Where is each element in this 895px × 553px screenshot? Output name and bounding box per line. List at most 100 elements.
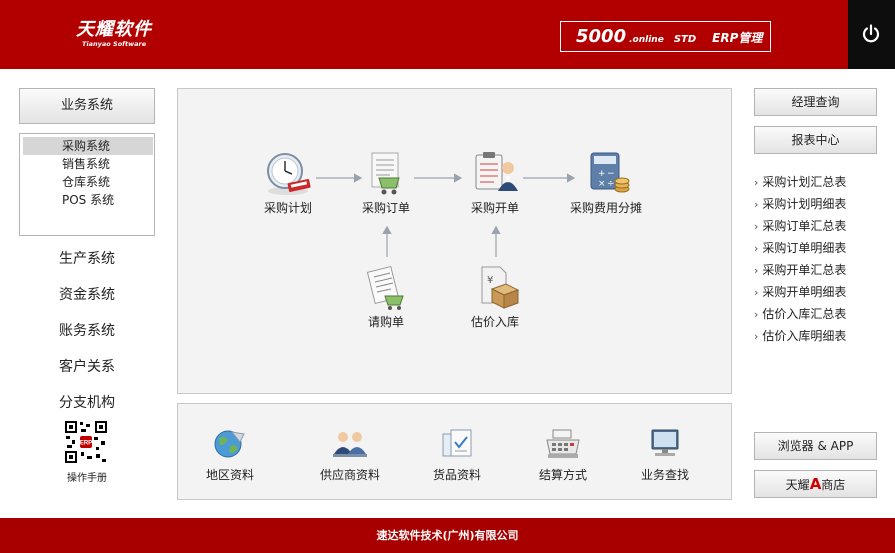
cart-order-icon <box>371 152 400 195</box>
logo: 天耀软件 Tianyao Software <box>76 19 152 49</box>
base-settlement-method[interactable]: 结算方式 <box>513 426 613 483</box>
base-search-label: 业务查找 <box>640 468 689 482</box>
base-region-data[interactable]: 地区资料 <box>180 426 280 483</box>
base-settlement-label: 结算方式 <box>538 468 587 482</box>
report-link[interactable]: › 采购开单汇总表 <box>754 259 884 281</box>
subsystem-sales[interactable]: 销售系统 <box>23 155 153 173</box>
menu-production[interactable]: 生产系统 <box>19 248 155 268</box>
svg-text:ERP: ERP <box>80 441 92 447</box>
product-banner: 5000 .online STD ERP管理 <box>560 21 771 52</box>
subsystem-warehouse[interactable]: 仓库系统 <box>23 173 153 191</box>
svg-text:¥: ¥ <box>487 275 493 286</box>
clipboard-person-icon <box>475 152 518 191</box>
base-supplier-label: 供应商资料 <box>319 468 380 482</box>
base-goods-data[interactable]: 货品资料 <box>407 426 507 483</box>
flow-purchase-plan-label: 采购计划 <box>263 201 312 215</box>
report-link-label: 采购开单汇总表 <box>762 263 847 277</box>
base-data-panel: 地区资料 供应商资料 货品资料 结算方式 业务查找 <box>177 403 732 500</box>
people-icon <box>333 432 367 457</box>
menu-crm[interactable]: 客户关系 <box>19 356 155 376</box>
flow-purchase-invoice[interactable]: 采购开单 <box>450 151 540 216</box>
base-business-search[interactable]: 业务查找 <box>615 426 715 483</box>
flow-purchase-invoice-label: 采购开单 <box>470 201 519 215</box>
product-name: ERP管理 <box>712 31 763 45</box>
store-logo-letter: A <box>809 475 822 493</box>
menu-funds[interactable]: 资金系统 <box>19 284 155 304</box>
manual-label[interactable]: 操作手册 <box>19 469 155 484</box>
chevron-right-icon: › <box>754 198 759 211</box>
flow-purchase-fee-allocation[interactable]: + − × ÷ 采购费用分摊 <box>556 151 656 216</box>
flow-estimate-stock-in[interactable]: ¥ 估价入库 <box>450 265 540 330</box>
logo-subtitle: Tianyao Software <box>82 40 147 48</box>
report-link-label: 采购计划汇总表 <box>762 175 847 189</box>
monitor-search-icon <box>651 429 679 456</box>
report-link[interactable]: › 采购计划明细表 <box>754 193 884 215</box>
chevron-right-icon: › <box>754 242 759 255</box>
report-link[interactable]: › 估价入库汇总表 <box>754 303 884 325</box>
clock-plan-icon <box>267 153 311 195</box>
business-subsystem-list: 采购系统 销售系统 仓库系统 POS 系统 <box>19 133 155 236</box>
flow-purchase-request[interactable]: 请购单 <box>341 265 431 330</box>
top-banner: 天耀软件 Tianyao Software 5000 .online STD E… <box>0 0 848 69</box>
chevron-right-icon: › <box>754 286 759 299</box>
cash-register-icon <box>546 429 580 458</box>
chevron-right-icon: › <box>754 220 759 233</box>
chevron-right-icon: › <box>754 308 759 321</box>
store-button[interactable]: 天耀A商店 <box>754 470 877 498</box>
base-region-label: 地区资料 <box>205 468 254 482</box>
report-link-label: 估价入库明细表 <box>762 329 847 343</box>
store-suffix: 商店 <box>821 478 846 492</box>
report-link-list: › 采购计划汇总表 › 采购计划明细表 › 采购订单汇总表 › 采购订单明细表 › 采购开… <box>754 171 884 347</box>
report-link[interactable]: › 采购开单明细表 <box>754 281 884 303</box>
report-link-label: 采购订单汇总表 <box>762 219 847 233</box>
report-link[interactable]: › 采购订单明细表 <box>754 237 884 259</box>
power-icon <box>862 24 880 43</box>
flow-purchase-order-label: 采购订单 <box>361 201 410 215</box>
subsystem-purchase[interactable]: 采购系统 <box>23 137 153 155</box>
flow-purchase-plan[interactable]: 采购计划 <box>243 151 333 216</box>
svg-text:−: − <box>607 169 615 179</box>
erp-main-window: 天耀软件 Tianyao Software 5000 .online STD E… <box>0 0 895 553</box>
chevron-right-icon: › <box>754 176 759 189</box>
report-link-label: 估价入库汇总表 <box>762 307 847 321</box>
subsystem-pos[interactable]: POS 系统 <box>23 191 153 209</box>
power-button[interactable] <box>848 0 895 69</box>
footer-company: 速达软件技术(广州)有限公司 <box>0 518 895 553</box>
svg-text:+: + <box>598 169 606 179</box>
report-link[interactable]: › 采购订单汇总表 <box>754 215 884 237</box>
request-form-icon <box>366 265 404 310</box>
report-link-label: 采购计划明细表 <box>762 197 847 211</box>
purchase-flow-panel: 采购计划 采购订单 采购开单 + − × ÷ 采购费用分摊 请购单 ¥ 估价入库 <box>177 88 732 394</box>
report-link[interactable]: › 估价入库明细表 <box>754 325 884 347</box>
flow-purchase-order[interactable]: 采购订单 <box>341 151 431 216</box>
business-system-button[interactable]: 业务系统 <box>19 88 155 124</box>
box-stock-icon: ¥ <box>481 266 520 309</box>
flow-arrows <box>316 173 576 257</box>
flow-purchase-fee-label: 采购费用分摊 <box>569 201 642 215</box>
logo-title: 天耀软件 <box>76 19 152 40</box>
store-prefix: 天耀 <box>785 478 810 492</box>
calculator-coins-icon: + − × ÷ <box>590 152 630 193</box>
flow-estimate-stock-in-label: 估价入库 <box>470 315 519 329</box>
product-online: .online <box>629 35 664 45</box>
menu-accounting[interactable]: 账务系统 <box>19 320 155 340</box>
base-goods-label: 货品资料 <box>432 468 481 482</box>
report-link-label: 采购开单明细表 <box>762 285 847 299</box>
chevron-right-icon: › <box>754 330 759 343</box>
qr-code-icon[interactable]: ERP <box>64 420 108 464</box>
svg-text:×: × <box>598 179 606 189</box>
report-link[interactable]: › 采购计划汇总表 <box>754 171 884 193</box>
svg-text:÷: ÷ <box>607 179 615 189</box>
report-link-label: 采购订单明细表 <box>762 241 847 255</box>
product-number: 5000 <box>576 26 627 47</box>
globe-icon <box>214 430 245 458</box>
chevron-right-icon: › <box>754 264 759 277</box>
goods-checklist-icon <box>442 429 472 457</box>
flow-purchase-request-label: 请购单 <box>367 315 404 329</box>
menu-branches[interactable]: 分支机构 <box>19 392 155 412</box>
browser-app-button[interactable]: 浏览器 & APP <box>754 432 877 460</box>
report-center-button[interactable]: 报表中心 <box>754 126 877 154</box>
manager-query-button[interactable]: 经理查询 <box>754 88 877 116</box>
product-edition: STD <box>673 34 697 45</box>
base-supplier-data[interactable]: 供应商资料 <box>300 426 400 483</box>
